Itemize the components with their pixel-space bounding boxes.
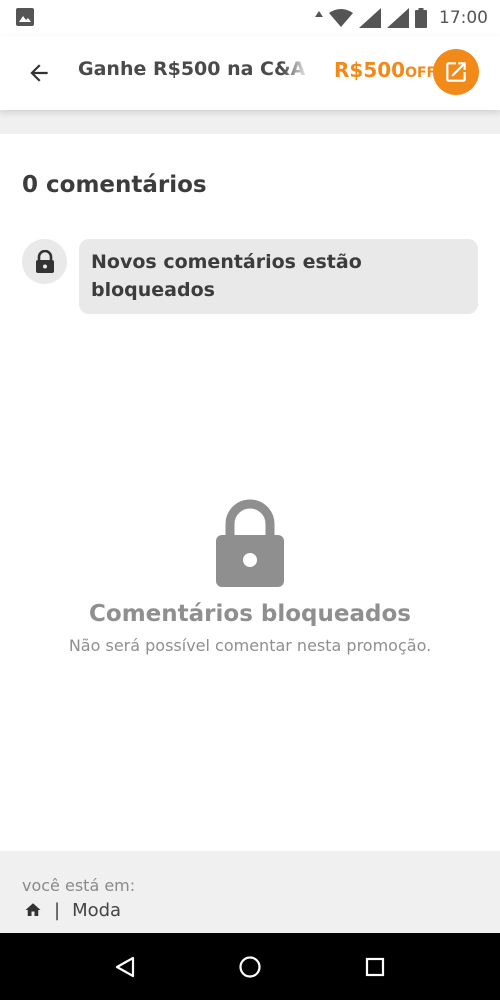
page-title-text: Ganhe R$500 na C&A — [78, 58, 306, 80]
status-time: 17:00 — [439, 8, 488, 28]
lock-avatar — [22, 239, 67, 284]
back-button[interactable] — [22, 56, 56, 90]
large-lock-icon — [216, 499, 284, 587]
breadcrumb-category[interactable]: Moda — [72, 900, 121, 921]
nav-recents-button[interactable] — [361, 953, 389, 981]
data-arrows-icon — [315, 11, 323, 17]
wifi-icon — [329, 9, 353, 27]
open-external-icon — [446, 62, 466, 82]
home-icon — [25, 903, 41, 916]
arrow-back-icon — [30, 64, 48, 82]
open-promo-button[interactable] — [433, 49, 479, 95]
breadcrumb: | Moda — [22, 899, 121, 921]
app-header: Ganhe R$500 na C&A c R$500OFF — [0, 36, 500, 110]
discount-suffix: OFF — [405, 65, 437, 81]
breadcrumb-separator: | — [54, 899, 61, 921]
image-icon — [16, 8, 34, 26]
comments-count: 0 comentários — [22, 172, 207, 198]
discount-badge: R$500OFF — [334, 58, 436, 82]
lock-icon — [35, 249, 54, 273]
page-title: Ganhe R$500 na C&A c — [78, 58, 310, 80]
empty-state-subtitle: Não será possível comentar nesta promoçã… — [68, 636, 432, 655]
recents-square-icon — [365, 957, 385, 977]
locked-notice: Novos comentários estão bloqueados — [79, 239, 478, 314]
breadcrumb-footer: você está em: | Moda — [0, 851, 500, 933]
breadcrumb-label: você está em: — [22, 876, 136, 895]
nav-home-button[interactable] — [236, 953, 264, 981]
empty-state-title: Comentários bloqueados — [89, 601, 411, 627]
back-triangle-icon — [115, 956, 135, 978]
signal-icon — [359, 8, 381, 28]
status-icons: 17:00 — [315, 6, 488, 30]
signal-icon — [387, 8, 409, 28]
breadcrumb-home[interactable] — [22, 899, 44, 921]
nav-back-button[interactable] — [111, 953, 139, 981]
page-title-overflow: c — [305, 58, 310, 80]
header-divider — [0, 110, 500, 134]
status-bar: 17:00 — [0, 0, 500, 36]
system-nav-bar — [0, 933, 500, 1000]
discount-amount: R$500 — [334, 58, 406, 82]
battery-icon — [415, 8, 427, 28]
home-circle-icon — [239, 956, 261, 978]
